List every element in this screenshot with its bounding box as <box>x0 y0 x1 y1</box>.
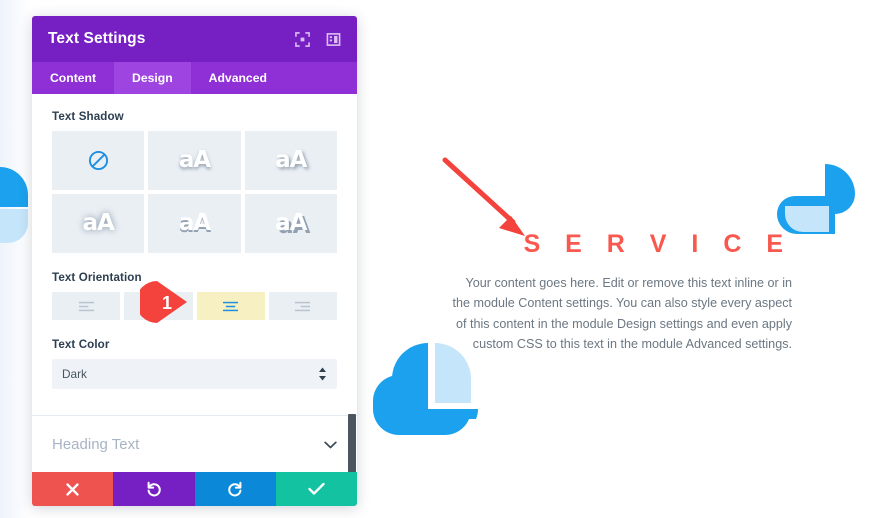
text-shadow-preview-glyph: aA <box>82 210 115 236</box>
tab-advanced[interactable]: Advanced <box>191 62 285 94</box>
modal-header: Text Settings <box>32 16 357 62</box>
annotation-arrow-icon <box>442 157 525 236</box>
text-orientation-align-right[interactable] <box>268 292 337 320</box>
screen: S E R V I C E Your content goes here. Ed… <box>0 0 880 518</box>
text-shadow-option-hard-bottom[interactable]: aA <box>148 194 241 253</box>
layout-panel-icon[interactable] <box>326 32 341 47</box>
text-color-select[interactable]: Dark <box>52 359 337 389</box>
accordion-heading-text[interactable]: Heading Text <box>32 416 357 474</box>
no-shadow-icon <box>88 150 108 171</box>
text-shadow-option-bottom-right[interactable]: aA <box>244 131 337 190</box>
modal-scrollbar-thumb[interactable] <box>348 414 356 474</box>
text-orientation-align-left[interactable] <box>52 292 121 320</box>
save-button[interactable] <box>275 472 357 506</box>
undo-button[interactable] <box>113 472 195 506</box>
tab-design[interactable]: Design <box>114 62 191 94</box>
cancel-button[interactable] <box>32 472 114 506</box>
redo-button[interactable] <box>194 472 276 506</box>
body-paragraph: Your content goes here. Edit or remove t… <box>452 276 792 352</box>
text-shadow-option-bottom[interactable]: aA <box>148 131 241 190</box>
modal-footer-actions <box>32 472 357 506</box>
text-shadow-label: Text Shadow <box>52 110 124 123</box>
annotation-marker-1: 1 <box>140 281 187 323</box>
redo-icon <box>228 481 242 497</box>
text-shadow-preview-glyph: aA <box>275 147 307 173</box>
text-color-label: Text Color <box>52 338 110 351</box>
text-orientation-align-justify[interactable] <box>196 292 265 320</box>
text-shadow-preview-glyph: aA <box>178 210 211 236</box>
accordion-group: Heading Text <box>32 415 357 474</box>
page-background-wash <box>0 0 30 518</box>
check-icon <box>308 482 325 495</box>
undo-icon <box>147 481 161 497</box>
focus-target-icon[interactable] <box>295 31 310 47</box>
service-content-block: S E R V I C E Your content goes here. Ed… <box>452 232 792 355</box>
text-color-select-wrap: Dark <box>52 359 337 389</box>
text-shadow-options: aA aA aA aA aA <box>52 131 337 253</box>
text-shadow-option-none[interactable] <box>52 131 145 190</box>
chevron-down-icon <box>324 440 337 448</box>
modal-title: Text Settings <box>48 30 146 47</box>
align-right-icon <box>295 301 311 311</box>
cloud-logo-top-right <box>777 164 855 234</box>
align-left-icon <box>78 301 94 311</box>
modal-scrollbar-track[interactable] <box>348 172 357 474</box>
modal-header-actions <box>295 31 341 47</box>
select-stepper-icon <box>319 367 326 381</box>
svg-text:1: 1 <box>162 293 172 313</box>
accordion-heading-text-label: Heading Text <box>52 436 140 453</box>
text-settings-modal: Text Settings Content Design Advanced Te… <box>32 16 357 506</box>
cloud-logo-left-partial <box>0 167 28 243</box>
text-shadow-option-glow[interactable]: aA <box>52 194 145 253</box>
x-icon <box>66 482 79 496</box>
tab-content[interactable]: Content <box>32 62 114 94</box>
text-shadow-option-hard-offset[interactable]: aA <box>244 194 337 253</box>
text-shadow-preview-glyph: aA <box>275 210 307 236</box>
modal-tabs: Content Design Advanced <box>32 62 357 94</box>
text-shadow-preview-glyph: aA <box>178 147 211 173</box>
align-justify-icon <box>223 301 239 311</box>
